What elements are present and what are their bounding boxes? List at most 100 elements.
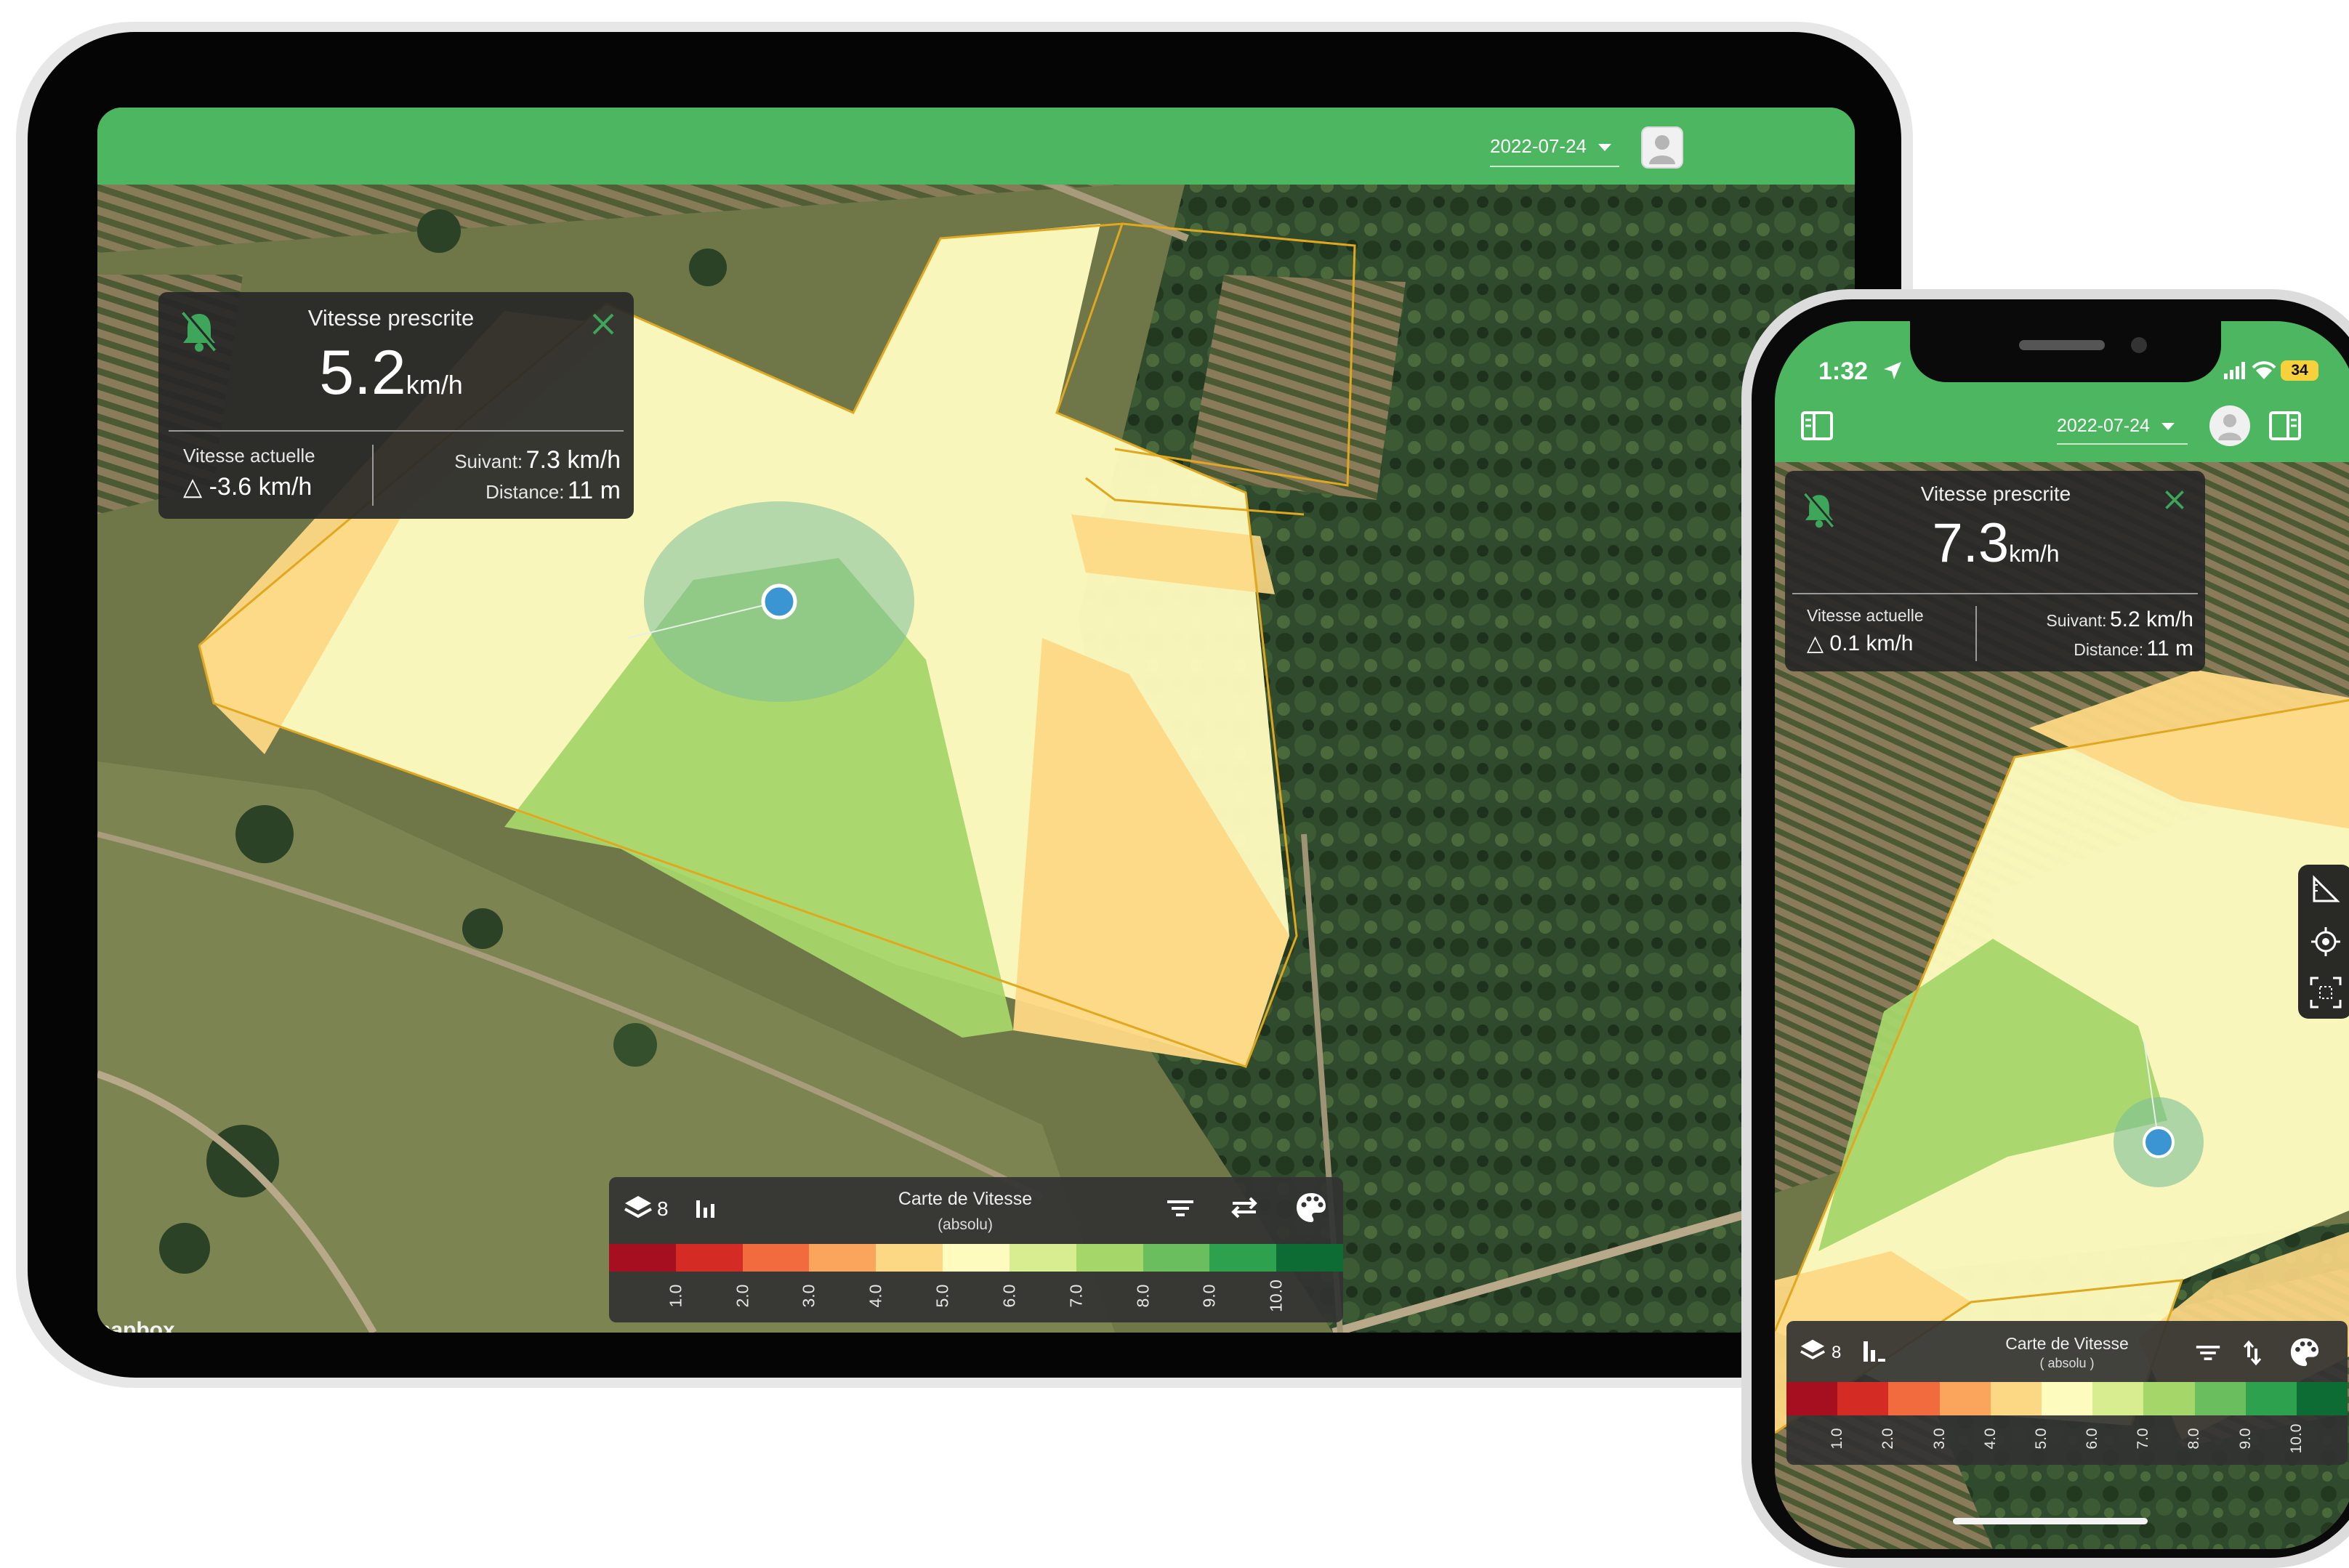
filter-icon[interactable] bbox=[2195, 1343, 2221, 1367]
speed-panel-phone: Vitesse prescrite 7.3km/h Vitesse actuel… bbox=[1785, 471, 2205, 671]
legend-tick: 4.0 bbox=[1981, 1428, 1999, 1450]
speed-legend: 8 Carte de Vitesse (absolu) 1.0 2.0 3.0 … bbox=[609, 1177, 1343, 1322]
panel-title: Vitesse prescrite bbox=[307, 305, 475, 331]
map-tools bbox=[2298, 865, 2349, 1019]
chevron-down-icon bbox=[1598, 144, 1611, 152]
distance-label: Distance: bbox=[2074, 640, 2144, 659]
color-ramp bbox=[609, 1244, 1343, 1272]
legend-tick: 2.0 bbox=[733, 1284, 752, 1308]
map-attribution[interactable]: napbox bbox=[97, 1318, 175, 1333]
home-indicator[interactable] bbox=[1953, 1518, 2148, 1524]
legend-tick: 10.0 bbox=[2287, 1423, 2305, 1454]
next-value: 5.2 km/h bbox=[2109, 607, 2193, 631]
legend-tick: 5.0 bbox=[2032, 1428, 2050, 1450]
signal-icon bbox=[2224, 362, 2246, 383]
bell-off-icon[interactable] bbox=[180, 310, 218, 357]
date-underline bbox=[1490, 166, 1619, 167]
legend-tick: 4.0 bbox=[866, 1284, 885, 1308]
legend-tick: 7.0 bbox=[1066, 1284, 1086, 1308]
panel-title: Vitesse prescrite bbox=[1920, 482, 2071, 505]
bar-chart-icon[interactable] bbox=[695, 1197, 717, 1223]
close-icon[interactable] bbox=[590, 311, 616, 341]
avatar-icon[interactable] bbox=[2209, 405, 2250, 446]
legend-tick: 3.0 bbox=[1930, 1428, 1948, 1450]
current-speed-value: △ 0.1 km/h bbox=[1807, 631, 1914, 655]
phone-notch bbox=[1910, 321, 2221, 382]
battery-icon: 34 bbox=[2281, 360, 2318, 381]
ruler-icon[interactable] bbox=[2311, 875, 2340, 908]
sidebar-left-icon[interactable] bbox=[1801, 411, 1833, 444]
sidebar-right-icon[interactable] bbox=[2269, 411, 2301, 444]
tablet-header: 2022-07-24 bbox=[97, 108, 1855, 185]
battery-level: 34 bbox=[2291, 362, 2308, 379]
phone-bezel: 1:32 34 2022-07-24 Vitesse prescrite 7.3… bbox=[1752, 299, 2349, 1558]
legend-tick: 7.0 bbox=[2135, 1428, 2152, 1450]
layer-count: 8 bbox=[657, 1197, 669, 1220]
close-icon[interactable] bbox=[2163, 488, 2186, 515]
legend-tick: 9.0 bbox=[2236, 1428, 2254, 1450]
avatar-icon[interactable] bbox=[1641, 126, 1683, 169]
legend-ticks: 1.0 2.0 3.0 4.0 5.0 6.0 7.0 8.0 9.0 10.0 bbox=[609, 1273, 1343, 1321]
filter-icon[interactable] bbox=[1166, 1197, 1195, 1223]
layers-icon[interactable] bbox=[1800, 1338, 1826, 1367]
panel-divider-vertical bbox=[1975, 606, 1977, 661]
legend-title: Carte de Vitesse bbox=[2005, 1334, 2129, 1353]
current-speed-label: Vitesse actuelle bbox=[183, 445, 315, 466]
prescribed-speed: 7.3km/h bbox=[1865, 512, 2127, 575]
status-time: 1:32 bbox=[1818, 357, 1869, 385]
date-value-phone: 2022-07-24 bbox=[2057, 416, 2150, 436]
scan-icon[interactable] bbox=[2310, 977, 2342, 1012]
distance-value: 11 m bbox=[2146, 637, 2193, 660]
legend-tick: 3.0 bbox=[799, 1284, 818, 1308]
tablet-device: 2022-07-24 Vitesse prescrite 5.2km/h Vit… bbox=[16, 22, 1913, 1388]
satellite-map[interactable] bbox=[97, 108, 1855, 1333]
legend-tick: 10.0 bbox=[1266, 1280, 1286, 1312]
bell-off-icon[interactable] bbox=[1802, 491, 1836, 533]
crosshair-icon[interactable] bbox=[2310, 926, 2342, 961]
phone-device: 1:32 34 2022-07-24 Vitesse prescrite 7.3… bbox=[1741, 289, 2349, 1568]
location-marker bbox=[761, 583, 797, 620]
current-speed-value: △ -3.6 km/h bbox=[183, 473, 313, 501]
current-speed-label: Vitesse actuelle bbox=[1807, 606, 1924, 625]
legend-tick: 1.0 bbox=[1829, 1428, 1846, 1450]
date-selector-phone[interactable]: 2022-07-24 bbox=[2057, 416, 2175, 437]
phone-screen: 1:32 34 2022-07-24 Vitesse prescrite 7.3… bbox=[1775, 321, 2349, 1549]
swap-icon[interactable] bbox=[2241, 1340, 2263, 1370]
panel-divider bbox=[169, 430, 624, 432]
next-value: 7.3 km/h bbox=[525, 446, 621, 474]
legend-tick: 6.0 bbox=[2084, 1428, 2101, 1450]
date-value: 2022-07-24 bbox=[1490, 135, 1587, 157]
speed-unit: km/h bbox=[406, 370, 463, 400]
speed-value: 7.3 bbox=[1932, 512, 2010, 574]
swap-icon[interactable] bbox=[1230, 1196, 1259, 1223]
date-underline-phone bbox=[2057, 443, 2188, 445]
layers-icon[interactable] bbox=[624, 1195, 653, 1226]
speed-legend-phone: 8 Carte de Vitesse ( absolu ) 1.0 2.0 3.… bbox=[1786, 1321, 2348, 1465]
chevron-down-icon bbox=[2161, 423, 2175, 431]
bar-chart-icon[interactable] bbox=[1862, 1340, 1887, 1367]
next-speed: Suivant: 7.3 km/h bbox=[406, 446, 621, 474]
speed-panel: Vitesse prescrite 5.2km/h Vitesse actuel… bbox=[158, 292, 634, 519]
panel-divider bbox=[1792, 593, 2198, 594]
legend-subtitle: ( absolu ) bbox=[2039, 1356, 2095, 1370]
legend-tick: 2.0 bbox=[1879, 1428, 1897, 1450]
palette-icon[interactable] bbox=[2289, 1337, 2320, 1371]
legend-tick: 6.0 bbox=[999, 1284, 1019, 1308]
palette-icon[interactable] bbox=[1295, 1192, 1327, 1227]
distance-value: 11 m bbox=[567, 477, 621, 504]
location-marker-phone bbox=[2143, 1126, 2175, 1158]
legend-subtitle: (absolu) bbox=[938, 1216, 993, 1233]
legend-tick: 9.0 bbox=[1199, 1284, 1219, 1308]
legend-ticks: 1.0 2.0 3.0 4.0 5.0 6.0 7.0 8.0 9.0 10.0 bbox=[1786, 1417, 2348, 1463]
date-selector[interactable]: 2022-07-24 bbox=[1490, 135, 1611, 158]
prescribed-speed: 5.2km/h bbox=[246, 337, 536, 409]
tablet-screen: 2022-07-24 Vitesse prescrite 5.2km/h Vit… bbox=[97, 108, 1855, 1333]
distance: Distance: 11 m bbox=[406, 477, 621, 505]
layer-count: 8 bbox=[1832, 1343, 1842, 1362]
distance-label: Distance: bbox=[485, 481, 565, 503]
legend-tick: 5.0 bbox=[932, 1284, 952, 1308]
phone-header: 1:32 34 2022-07-24 bbox=[1775, 321, 2349, 462]
wifi-icon bbox=[2252, 360, 2276, 384]
color-ramp bbox=[1786, 1382, 2348, 1415]
legend-tick: 1.0 bbox=[666, 1284, 685, 1308]
